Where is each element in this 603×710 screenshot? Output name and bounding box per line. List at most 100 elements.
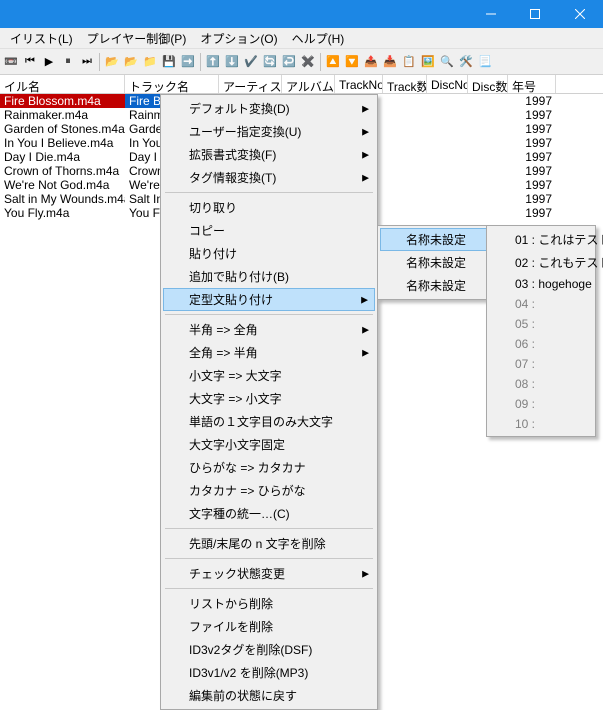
next-track-icon[interactable]: ⏭	[78, 52, 96, 72]
submenu-item-10[interactable]: 10 :	[489, 414, 603, 434]
ctx-paste[interactable]: 貼り付け	[163, 242, 375, 265]
cell	[468, 136, 508, 150]
label: チェック状態変更	[189, 567, 285, 581]
ctx-char-unify[interactable]: 文字種の統一…(C)	[163, 502, 375, 525]
col-trackct[interactable]: Track数	[383, 75, 427, 93]
col-track[interactable]: トラック名	[125, 75, 219, 93]
play-icon[interactable]: ▶	[40, 52, 58, 72]
ctx-half-to-full[interactable]: 半角 => 全角▶	[163, 318, 375, 341]
ctx-copy[interactable]: コピー	[163, 219, 375, 242]
sort-down-icon[interactable]: ⬇️	[223, 52, 241, 72]
ctx-check-state[interactable]: チェック状態変更▶	[163, 562, 375, 585]
submenu-item-7[interactable]: 07 :	[489, 354, 603, 374]
cell: In You I Believe.m4a	[0, 136, 125, 150]
video-icon[interactable]: 📼	[2, 52, 20, 72]
move-icon[interactable]: ➡️	[179, 52, 197, 72]
ctx-id3v2-remove[interactable]: ID3v2タグを削除(DSF)	[163, 638, 375, 661]
cell	[383, 192, 427, 206]
save-icon[interactable]: 💾	[160, 52, 178, 72]
submenu-items: 01 : これはテスト 02 : これもテスト 03 : hogehoge 04…	[486, 225, 596, 437]
col-file[interactable]: イル名	[0, 75, 125, 93]
cell	[427, 178, 468, 192]
open-folder-icon[interactable]: 📂	[103, 52, 121, 72]
cell	[427, 122, 468, 136]
add-folder-icon[interactable]: 📁	[141, 52, 159, 72]
col-discno[interactable]: DiscNo	[427, 75, 468, 93]
menu-separator	[165, 528, 373, 529]
undo-icon[interactable]: ↩️	[280, 52, 298, 72]
ctx-upper-to-lower[interactable]: 大文字 => 小文字	[163, 387, 375, 410]
submenu-item-8[interactable]: 08 :	[489, 374, 603, 394]
tag-down-icon[interactable]: 🔽	[343, 52, 361, 72]
ctx-first-cap[interactable]: 単語の１文字目のみ大文字	[163, 410, 375, 433]
ctx-default-conv[interactable]: デフォルト変換(D)▶	[163, 97, 375, 120]
toolbar: 📼 ⏮ ▶ ⏸ ⏭ 📂 📂 📁 💾 ➡️ ⬆️ ⬇️ ✔️ 🔄 ↩️ ✖️ 🔼 …	[0, 48, 603, 74]
label: 半角 => 全角	[189, 323, 258, 337]
col-year[interactable]: 年号	[508, 75, 556, 93]
ctx-file-remove[interactable]: ファイルを削除	[163, 615, 375, 638]
menu-option[interactable]: オプション(O)	[194, 28, 283, 49]
label: タグ情報変換(T)	[189, 171, 276, 185]
pause-icon[interactable]: ⏸	[59, 52, 77, 72]
ctx-case-fix[interactable]: 大文字小文字固定	[163, 433, 375, 456]
submenu-item-1[interactable]: 01 : これはテスト	[489, 228, 603, 251]
label: 名称未設定	[406, 233, 466, 247]
submenu-item-5[interactable]: 05 :	[489, 314, 603, 334]
picture-icon[interactable]: 🖼️	[419, 52, 437, 72]
delete-icon[interactable]: ✖️	[299, 52, 317, 72]
submenu-item-4[interactable]: 04 :	[489, 294, 603, 314]
ctx-lower-to-upper[interactable]: 小文字 => 大文字	[163, 364, 375, 387]
close-button[interactable]	[557, 0, 603, 28]
cell	[468, 178, 508, 192]
cell: Garden of Stones.m4a	[0, 122, 125, 136]
cell: 1997	[508, 136, 556, 150]
menu-help[interactable]: ヘルプ(H)	[286, 28, 351, 49]
minimize-button[interactable]	[469, 0, 513, 28]
menu-player[interactable]: プレイヤー制御(P)	[81, 28, 193, 49]
label: 名称未設定	[406, 279, 466, 293]
ctx-trim-n[interactable]: 先頭/末尾の n 文字を削除	[163, 532, 375, 555]
tag-up-icon[interactable]: 🔼	[324, 52, 342, 72]
submenu-item-6[interactable]: 06 :	[489, 334, 603, 354]
find-icon[interactable]: 🔍	[438, 52, 456, 72]
check-icon[interactable]: ✔️	[242, 52, 260, 72]
ctx-template-paste[interactable]: 定型文貼り付け▶	[163, 288, 375, 311]
import-icon[interactable]: 📥	[381, 52, 399, 72]
menubar: イリスト(L) プレイヤー制御(P) オプション(O) ヘルプ(H)	[0, 28, 603, 48]
submenu-item-9[interactable]: 09 :	[489, 394, 603, 414]
export-icon[interactable]: 📤	[362, 52, 380, 72]
harvest-icon[interactable]: 📋	[400, 52, 418, 72]
ctx-revert[interactable]: 編集前の状態に戻す	[163, 684, 375, 707]
tools-icon[interactable]: 🛠️	[457, 52, 475, 72]
col-artist[interactable]: アーティスト名	[219, 75, 282, 93]
col-album[interactable]: アルバム名	[282, 75, 335, 93]
col-discct[interactable]: Disc数	[468, 75, 508, 93]
list-icon[interactable]: 📃	[476, 52, 494, 72]
ctx-full-to-half[interactable]: 全角 => 半角 ▶	[163, 341, 375, 364]
prev-track-icon[interactable]: ⏮	[21, 52, 39, 72]
ctx-cut[interactable]: 切り取り	[163, 196, 375, 219]
sort-up-icon[interactable]: ⬆️	[204, 52, 222, 72]
menu-playlist[interactable]: イリスト(L)	[4, 28, 79, 49]
submenu-item-3[interactable]: 03 : hogehoge	[489, 274, 603, 294]
open-folder-sub-icon[interactable]: 📂	[122, 52, 140, 72]
ctx-id3v1-remove[interactable]: ID3v1/v2 を削除(MP3)	[163, 661, 375, 684]
col-trackno[interactable]: TrackNo	[335, 75, 383, 93]
submenu-item-2[interactable]: 02 : これもテスト	[489, 251, 603, 274]
ctx-kata-to-hira[interactable]: カタカナ => ひらがな	[163, 479, 375, 502]
ctx-hira-to-kata[interactable]: ひらがな => カタカナ	[163, 456, 375, 479]
cell: 1997	[508, 108, 556, 122]
ctx-ext-format[interactable]: 拡張書式変換(F)▶	[163, 143, 375, 166]
title-bar	[0, 0, 603, 28]
cell: 1997	[508, 192, 556, 206]
ctx-tag-conv[interactable]: タグ情報変換(T)▶	[163, 166, 375, 189]
chevron-right-icon: ▶	[362, 347, 369, 358]
menu-separator	[165, 314, 373, 315]
refresh-icon[interactable]: 🔄	[261, 52, 279, 72]
cell	[427, 192, 468, 206]
ctx-user-conv[interactable]: ユーザー指定変換(U)▶	[163, 120, 375, 143]
ctx-append-paste[interactable]: 追加で貼り付け(B)	[163, 265, 375, 288]
maximize-button[interactable]	[513, 0, 557, 28]
label: 全角 => 半角	[189, 346, 258, 360]
ctx-list-remove[interactable]: リストから削除	[163, 592, 375, 615]
